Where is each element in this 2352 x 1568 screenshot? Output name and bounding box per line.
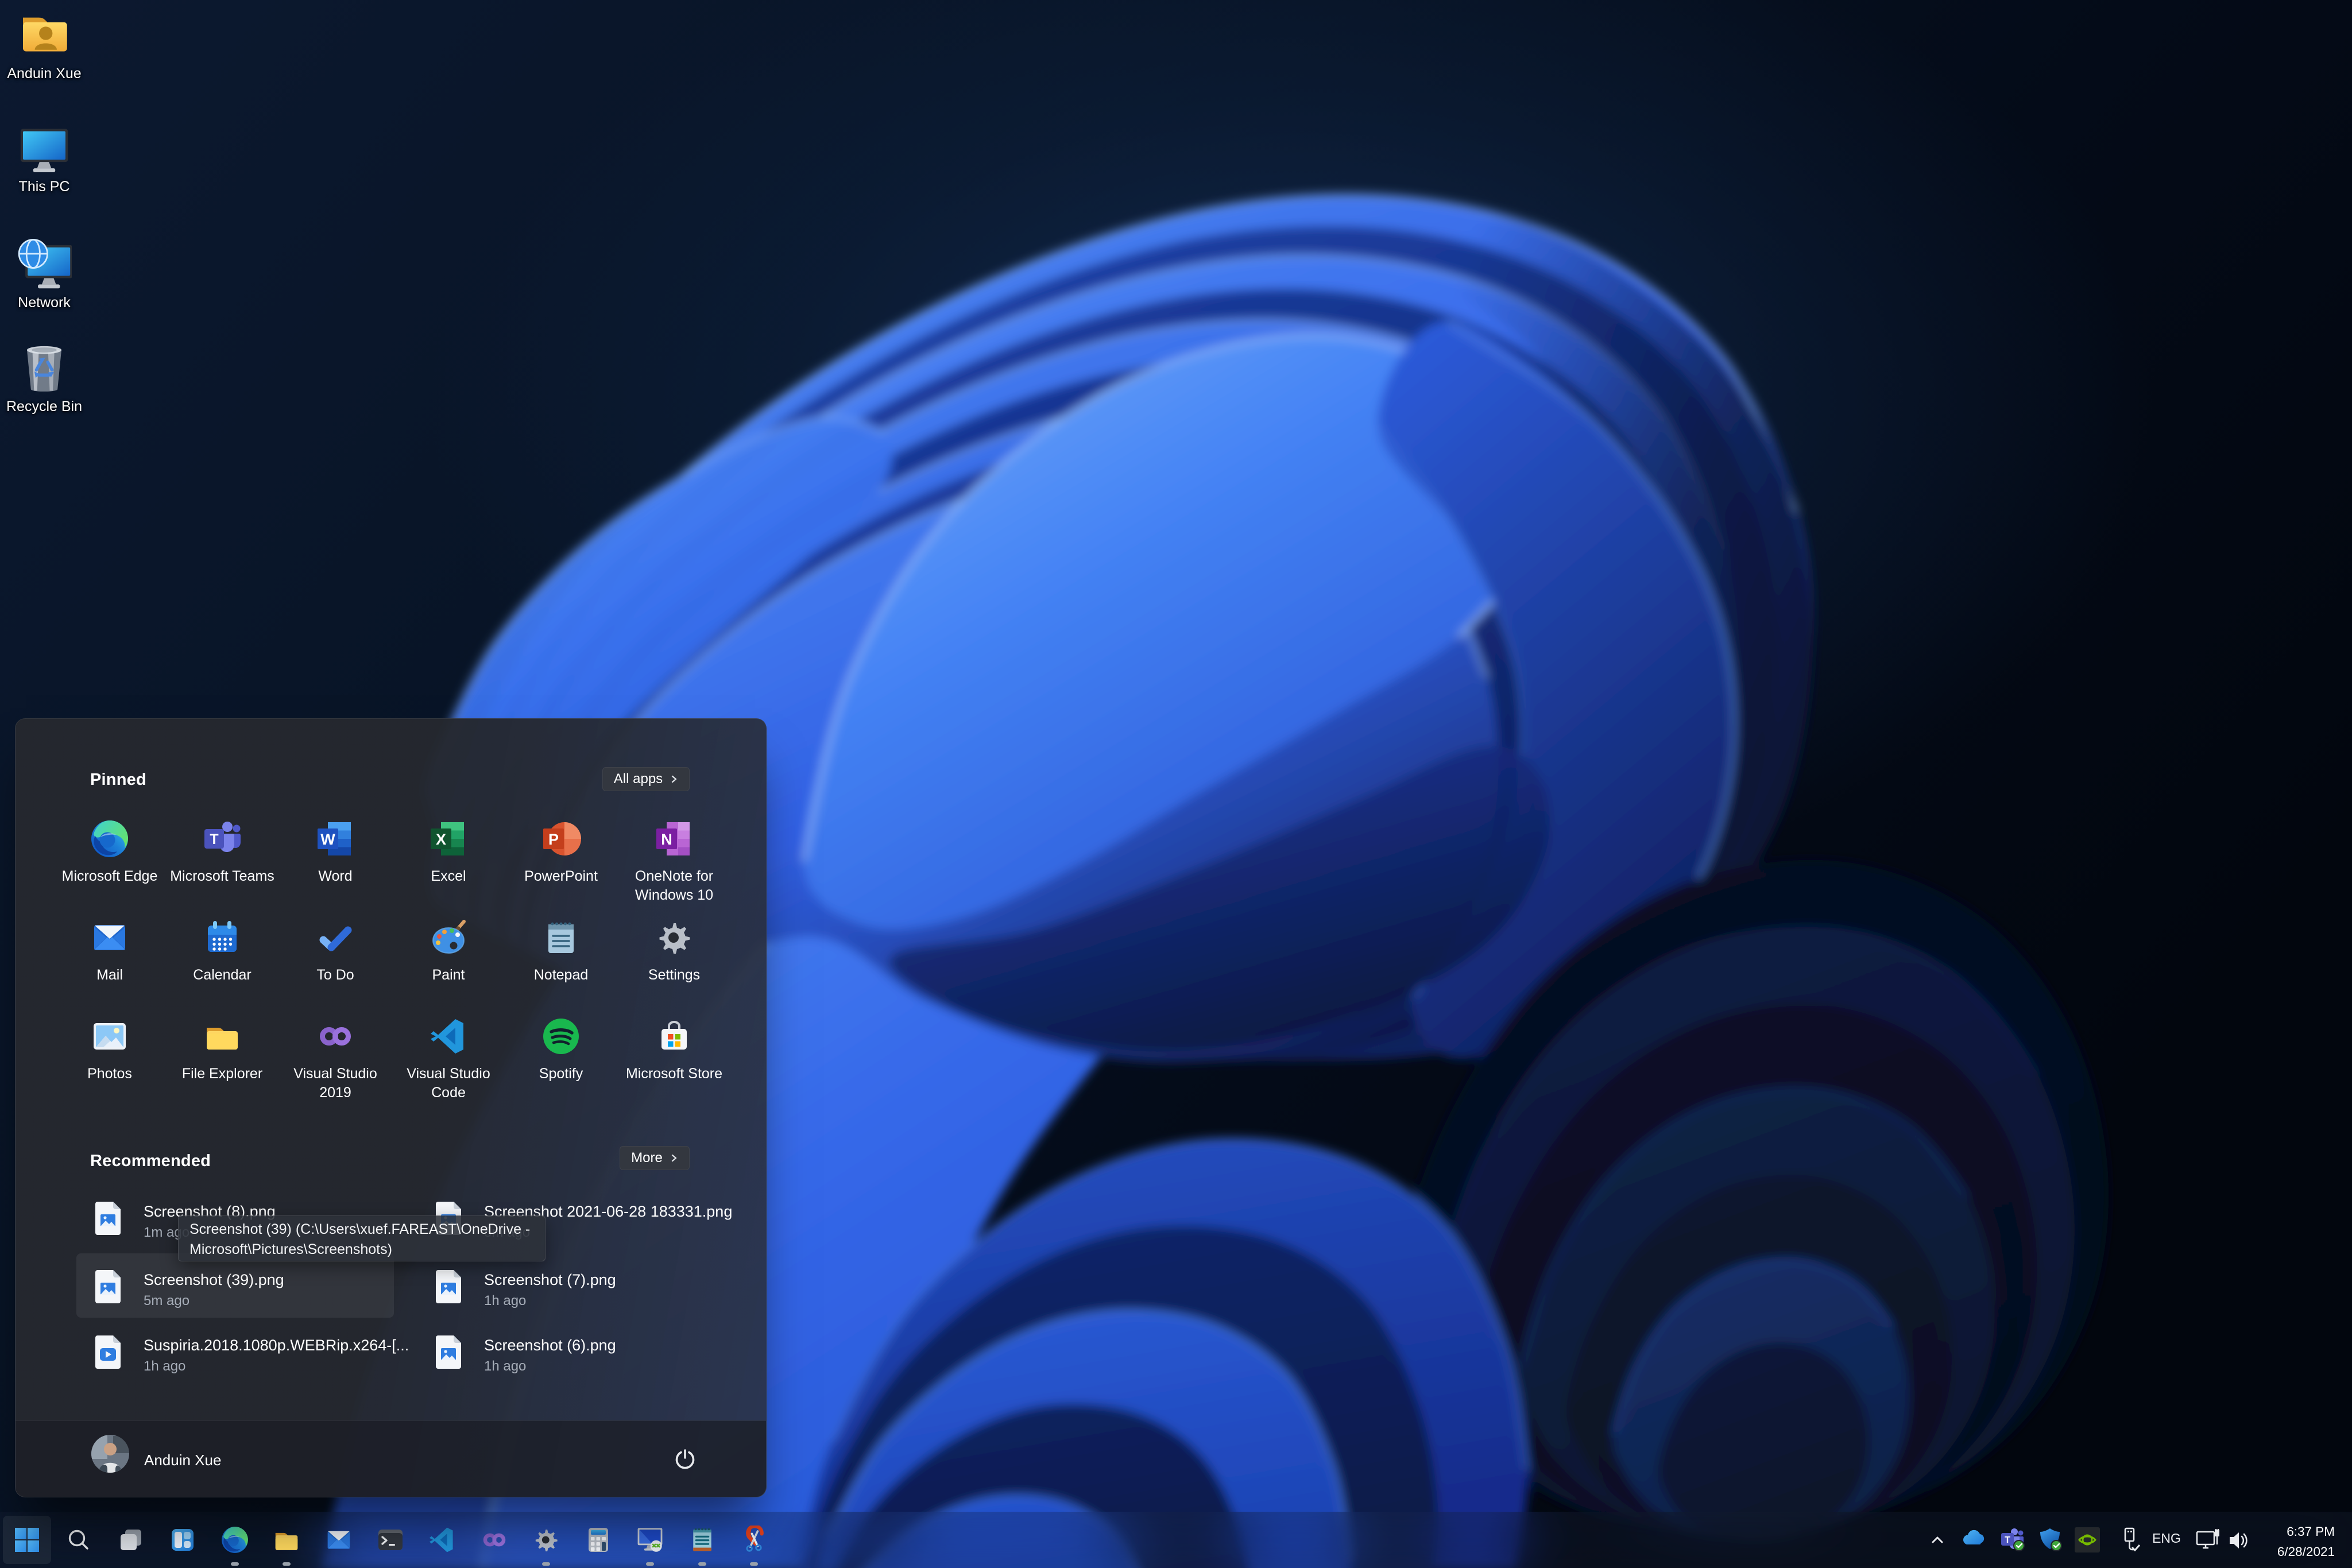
- svg-text:W: W: [320, 831, 335, 848]
- svg-text:X: X: [436, 831, 446, 848]
- svg-text:T: T: [2005, 1535, 2010, 1545]
- svg-text:P: P: [548, 831, 559, 848]
- svg-text:T: T: [210, 831, 218, 847]
- svg-text:N: N: [661, 831, 672, 848]
